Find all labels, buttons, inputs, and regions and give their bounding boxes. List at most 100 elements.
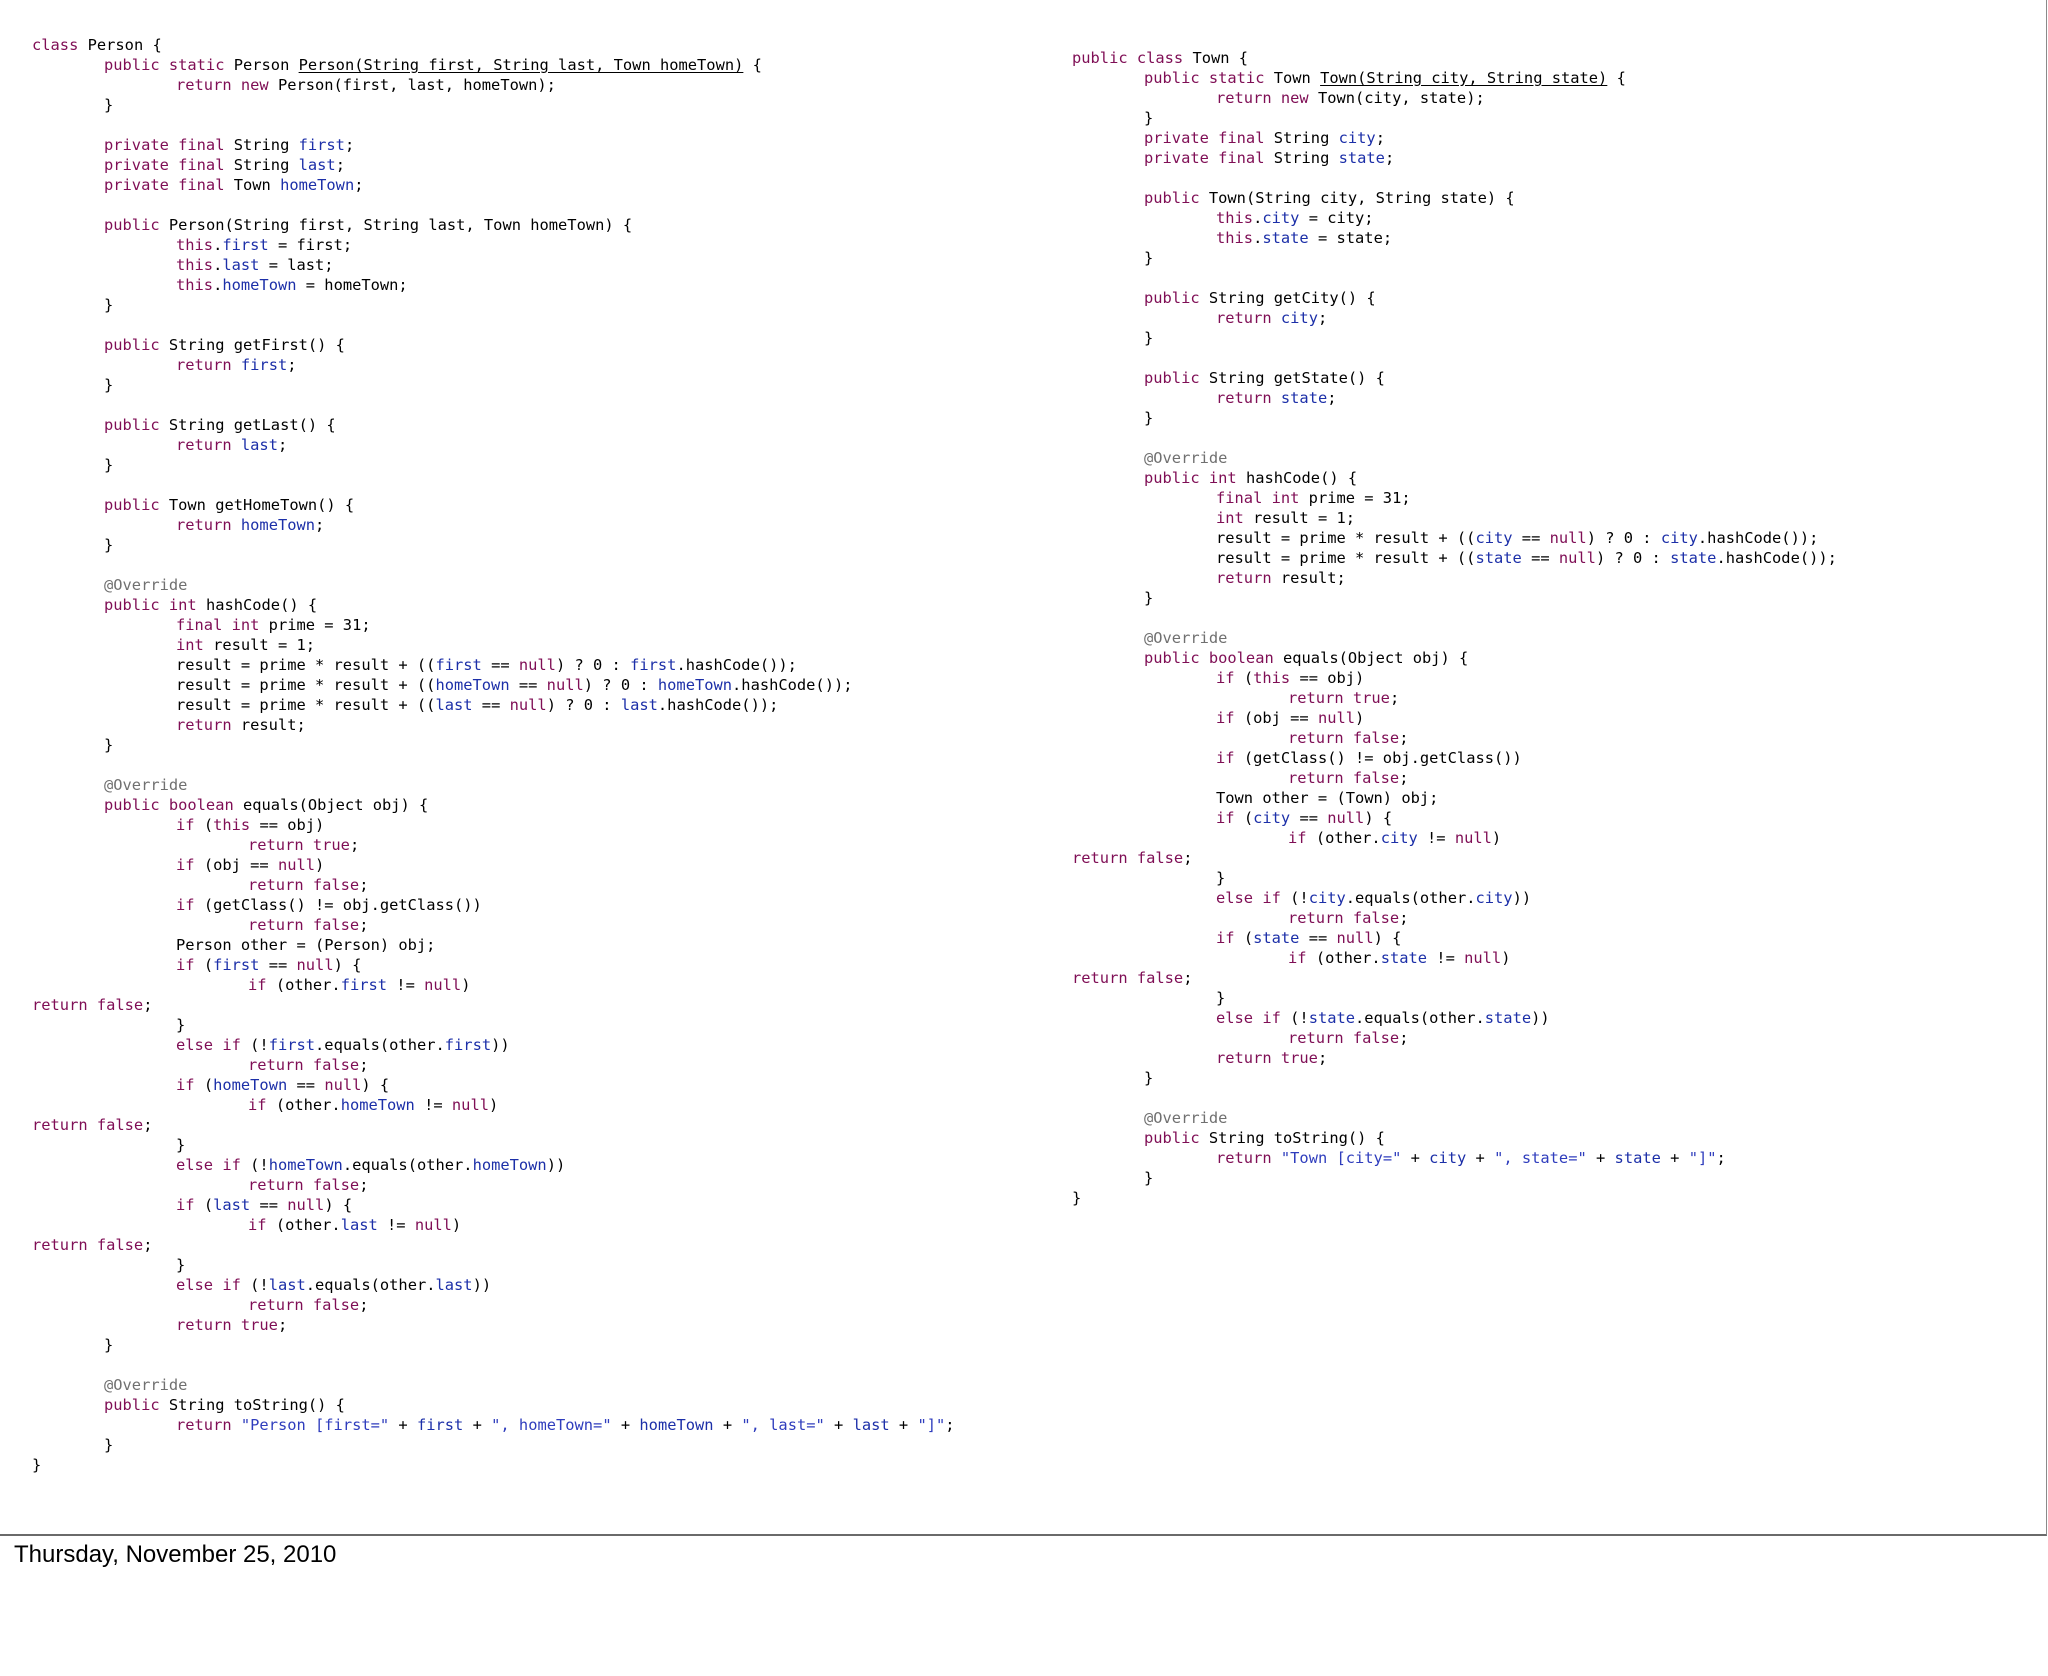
code-line: return city;: [1072, 308, 1837, 328]
field-token: last: [340, 1216, 378, 1234]
code-text-token: ;: [359, 1176, 369, 1194]
code-text-token: ): [1501, 949, 1511, 967]
code-text-token: = first;: [268, 236, 353, 254]
keyword-token: return: [1216, 309, 1272, 327]
keyword-token: public static: [1144, 69, 1265, 87]
field-token: last: [435, 696, 473, 714]
code-text-token: (other.: [266, 1216, 341, 1234]
field-token: first: [213, 956, 260, 974]
code-text-token: ;: [1183, 849, 1193, 867]
keyword-token: return false: [32, 996, 144, 1014]
code-text-token: ;: [1399, 1029, 1409, 1047]
code-line: if (other.last != null): [32, 1215, 955, 1235]
code-text-token: .: [213, 276, 223, 294]
code-text-token: +: [389, 1416, 417, 1434]
code-text-token: ;: [1317, 1049, 1328, 1067]
code-text-token: ;: [945, 1416, 955, 1434]
code-text-token: }: [1144, 249, 1154, 267]
keyword-token: public class: [1072, 49, 1184, 67]
code-line: return homeTown;: [32, 515, 955, 535]
field-token: state: [1484, 1009, 1532, 1027]
code-line: return false;: [32, 1295, 955, 1315]
field-token: first: [416, 1416, 464, 1434]
code-line: }: [32, 1335, 955, 1355]
code-text-token: (: [194, 1076, 214, 1094]
code-text-token: (obj ==: [194, 856, 278, 874]
code-line: Person other = (Person) obj;: [32, 935, 955, 955]
code-text-token: Town(String city, String state) {: [1199, 189, 1515, 207]
code-text-token: }: [176, 1016, 186, 1034]
field-token: first: [435, 656, 482, 674]
code-text-token: ==: [472, 696, 510, 714]
code-line: if (last == null) {: [32, 1195, 955, 1215]
keyword-token: return: [1216, 569, 1272, 587]
code-text-token: ;: [287, 356, 297, 374]
keyword-token: public: [1144, 289, 1200, 307]
keyword-token: null: [324, 1076, 362, 1094]
keyword-token: return false: [1072, 849, 1184, 867]
keyword-token: else if: [176, 1276, 241, 1294]
keyword-token: return false: [1288, 729, 1400, 747]
field-token: homeTown: [240, 516, 316, 534]
code-line: result = prime * result + ((city == null…: [1072, 528, 1837, 548]
field-token: state: [1614, 1149, 1661, 1167]
code-line: private final String state;: [1072, 148, 1837, 168]
code-text-token: hashCode() {: [1236, 469, 1358, 487]
code-line: }: [1072, 108, 1837, 128]
code-text-token: ==: [1299, 929, 1337, 947]
code-text-token: .equals(other.: [1355, 1009, 1485, 1027]
field-token: first: [444, 1036, 492, 1054]
code-line: }: [32, 1435, 955, 1455]
code-line: }: [1072, 988, 1837, 1008]
code-text-token: (other.: [1306, 829, 1381, 847]
code-line: public int hashCode() {: [1072, 468, 1837, 488]
code-text-token: prime = 31;: [1299, 489, 1411, 507]
code-line: Town other = (Town) obj;: [1072, 788, 1837, 808]
field-token: first: [630, 656, 677, 674]
code-line: return new Person(first, last, homeTown)…: [32, 75, 955, 95]
code-text-token: result = 1;: [203, 636, 316, 654]
code-text-token: = last;: [259, 256, 334, 274]
code-line: ​: [1072, 428, 1837, 448]
code-text-token: }: [104, 1436, 114, 1454]
code-text-token: +: [889, 1416, 918, 1434]
keyword-token: this: [176, 276, 214, 294]
code-text-token: ): [461, 976, 471, 994]
field-token: state: [1670, 549, 1717, 567]
code-text-token: ==: [250, 1196, 288, 1214]
code-line: if (first == null) {: [32, 955, 955, 975]
code-text-token: )): [472, 1276, 492, 1294]
keyword-token: this: [176, 256, 214, 274]
code-line: public String getCity() {: [1072, 288, 1837, 308]
keyword-token: this: [1216, 229, 1254, 247]
code-line: return "Town [city=" + city + ", state="…: [1072, 1148, 1837, 1168]
code-text-token: result = prime * result + ((: [176, 656, 436, 674]
code-text-token: }: [1216, 989, 1226, 1007]
code-line: return false;: [32, 995, 955, 1015]
code-line: }: [1072, 588, 1837, 608]
annotation-token: @Override: [104, 1376, 188, 1394]
string-literal-token: ", last=": [741, 1416, 825, 1434]
field-token: city: [1660, 529, 1698, 547]
code-text-token: Town other = (Town) obj;: [1216, 789, 1439, 807]
keyword-token: return: [176, 356, 232, 374]
code-text-token: String toString() {: [1199, 1129, 1385, 1147]
field-token: homeTown: [280, 176, 355, 194]
keyword-token: public static: [104, 56, 225, 74]
code-line: private final String last;: [32, 155, 955, 175]
code-text-token: ;: [1317, 309, 1328, 327]
keyword-token: null: [414, 1216, 452, 1234]
code-line: ​: [32, 115, 955, 135]
annotation-token: @Override: [1144, 449, 1228, 467]
code-line: }: [32, 295, 955, 315]
code-text-token: = state;: [1308, 229, 1393, 247]
keyword-token: else if: [176, 1036, 241, 1054]
code-text-token: Town: [1264, 69, 1321, 87]
code-text-token: .hashCode());: [1697, 529, 1819, 547]
code-line: return false;: [32, 1055, 955, 1075]
code-text-token: ;: [1399, 769, 1409, 787]
code-text-token: +: [1401, 1149, 1430, 1167]
code-line: int result = 1;: [1072, 508, 1837, 528]
keyword-token: return: [176, 436, 232, 454]
